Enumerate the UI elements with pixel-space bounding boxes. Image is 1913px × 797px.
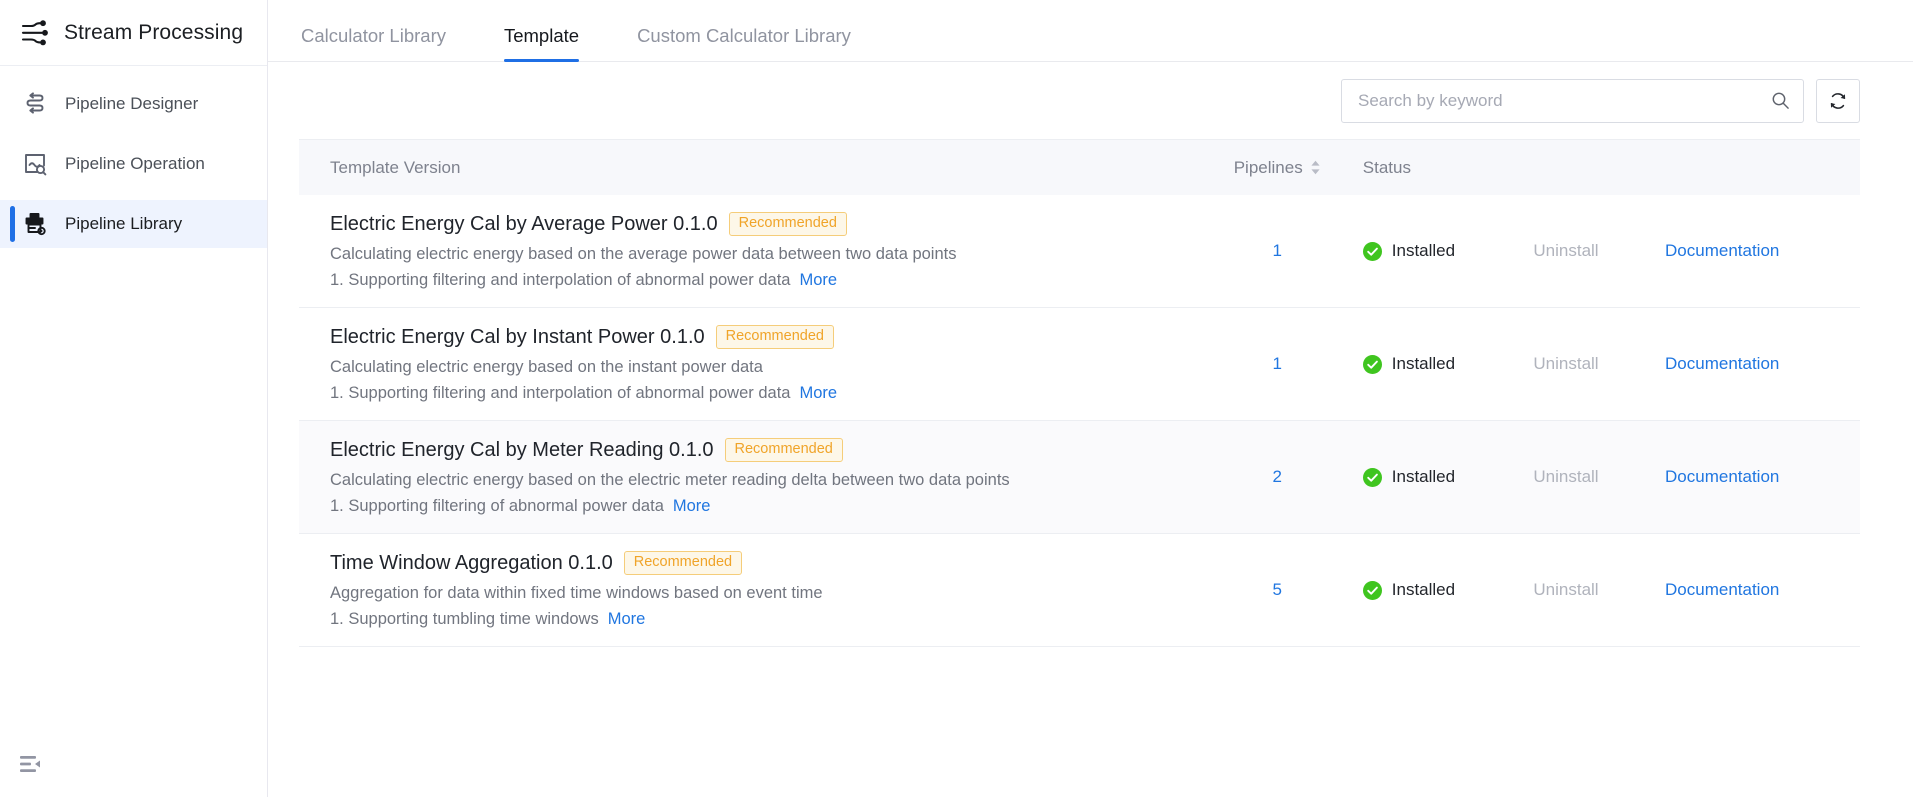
pipeline-library-icon bbox=[25, 213, 46, 236]
status-installed-check-icon bbox=[1362, 467, 1382, 487]
cell-template-info: Electric Energy Cal by Average Power 0.1… bbox=[299, 212, 1202, 290]
template-title: Time Window Aggregation 0.1.0 bbox=[330, 551, 613, 574]
cell-template-info: Electric Energy Cal by Meter Reading 0.1… bbox=[299, 438, 1202, 516]
status-label: Installed bbox=[1391, 354, 1456, 373]
stream-processing-logo-icon bbox=[21, 19, 48, 45]
brand-title: Stream Processing bbox=[64, 20, 244, 44]
template-description: Aggregation for data within fixed time w… bbox=[330, 583, 823, 602]
template-title-line: Electric Energy Cal by Average Power 0.1… bbox=[330, 212, 1202, 236]
refresh-button[interactable] bbox=[1816, 78, 1860, 123]
cell-template-info: Electric Energy Cal by Instant Power 0.1… bbox=[299, 325, 1202, 403]
search-box[interactable] bbox=[1341, 78, 1804, 123]
sort-arrows-icon[interactable] bbox=[1310, 160, 1321, 175]
sidebar-item-pipeline-operation[interactable]: Pipeline Operation bbox=[0, 140, 267, 188]
status-installed-check-icon bbox=[1362, 241, 1382, 261]
table-row: Electric Energy Cal by Meter Reading 0.1… bbox=[299, 421, 1860, 534]
uninstall-button[interactable]: Uninstall bbox=[1533, 354, 1665, 374]
sidebar-collapse-icon[interactable] bbox=[18, 751, 44, 777]
cell-status: Installed bbox=[1353, 580, 1534, 600]
recommended-badge: Recommended bbox=[724, 438, 843, 462]
pipeline-operation-icon bbox=[25, 154, 47, 176]
column-header-pipelines-label: Pipelines bbox=[1233, 157, 1303, 177]
documentation-link[interactable]: Documentation bbox=[1665, 354, 1860, 374]
tab-template[interactable]: Template bbox=[503, 25, 580, 62]
cell-status: Installed bbox=[1353, 467, 1534, 487]
more-link[interactable]: More bbox=[608, 610, 646, 628]
cell-status: Installed bbox=[1353, 241, 1534, 261]
sidebar-item-pipeline-designer[interactable]: Pipeline Designer bbox=[0, 80, 267, 128]
template-title-line: Electric Energy Cal by Meter Reading 0.1… bbox=[330, 438, 1202, 462]
recommended-badge: Recommended bbox=[728, 212, 847, 236]
table-row: Electric Energy Cal by Instant Power 0.1… bbox=[299, 308, 1860, 421]
templates-table: Template Version Pipelines Status Electr… bbox=[299, 139, 1860, 647]
cell-pipelines-count[interactable]: 2 bbox=[1202, 467, 1353, 487]
template-description: Calculating electric energy based on the… bbox=[330, 470, 1010, 489]
template-feature: 1. Supporting filtering and interpolatio… bbox=[330, 270, 791, 289]
template-title: Electric Energy Cal by Meter Reading 0.1… bbox=[330, 438, 714, 461]
brand-header: Stream Processing bbox=[0, 0, 267, 66]
template-title: Electric Energy Cal by Average Power 0.1… bbox=[330, 212, 718, 235]
search-icon[interactable] bbox=[1771, 91, 1790, 110]
cell-pipelines-count[interactable]: 1 bbox=[1202, 354, 1353, 374]
sidebar-item-label: Pipeline Operation bbox=[65, 154, 205, 173]
recommended-badge: Recommended bbox=[623, 551, 743, 575]
cell-template-info: Time Window Aggregation 0.1.0 Recommende… bbox=[299, 551, 1202, 629]
cell-status: Installed bbox=[1353, 354, 1534, 374]
sidebar-nav: Pipeline Designer Pipeline Operation Pip… bbox=[0, 66, 267, 797]
template-feature: 1. Supporting filtering and interpolatio… bbox=[330, 383, 791, 402]
uninstall-button[interactable]: Uninstall bbox=[1533, 467, 1665, 487]
template-description: Calculating electric energy based on the… bbox=[330, 244, 957, 263]
template-title-line: Electric Energy Cal by Instant Power 0.1… bbox=[330, 325, 1202, 349]
tab-label: Custom Calculator Library bbox=[637, 25, 851, 46]
app-root: Stream Processing Pipeline Designer Pipe… bbox=[0, 0, 1913, 797]
template-description: Calculating electric energy based on the… bbox=[330, 357, 763, 376]
tab-bar: Calculator Library Template Custom Calcu… bbox=[268, 0, 1913, 62]
sidebar-item-label: Pipeline Library bbox=[65, 214, 183, 233]
uninstall-button[interactable]: Uninstall bbox=[1533, 580, 1665, 600]
search-input[interactable] bbox=[1358, 90, 1771, 111]
sidebar-item-pipeline-library[interactable]: Pipeline Library bbox=[0, 200, 267, 248]
template-feature-line: 1. Supporting filtering and interpolatio… bbox=[330, 384, 1202, 403]
template-title: Electric Energy Cal by Instant Power 0.1… bbox=[330, 325, 705, 348]
column-header-pipelines[interactable]: Pipelines bbox=[1202, 158, 1353, 178]
status-label: Installed bbox=[1391, 580, 1456, 599]
cell-pipelines-count[interactable]: 1 bbox=[1202, 241, 1353, 261]
status-installed-check-icon bbox=[1362, 354, 1382, 374]
column-header-status: Status bbox=[1362, 157, 1411, 177]
status-label: Installed bbox=[1391, 241, 1456, 260]
template-title-line: Time Window Aggregation 0.1.0 Recommende… bbox=[330, 551, 1202, 575]
template-feature-line: 1. Supporting filtering of abnormal powe… bbox=[330, 497, 1202, 516]
template-feature: 1. Supporting tumbling time windows bbox=[330, 609, 599, 628]
documentation-link[interactable]: Documentation bbox=[1665, 467, 1860, 487]
main-content: Calculator Library Template Custom Calcu… bbox=[268, 0, 1913, 797]
status-label: Installed bbox=[1391, 467, 1456, 486]
status-installed-check-icon bbox=[1362, 580, 1382, 600]
refresh-icon bbox=[1830, 92, 1846, 109]
pipeline-designer-icon bbox=[26, 92, 44, 114]
recommended-badge: Recommended bbox=[715, 325, 834, 349]
table-row: Electric Energy Cal by Average Power 0.1… bbox=[299, 195, 1860, 308]
toolbar bbox=[268, 62, 1913, 139]
sidebar-item-label: Pipeline Designer bbox=[65, 94, 199, 113]
table-header-row: Template Version Pipelines Status bbox=[299, 140, 1860, 195]
template-feature: 1. Supporting filtering of abnormal powe… bbox=[330, 496, 664, 515]
more-link[interactable]: More bbox=[799, 384, 837, 402]
tab-label: Template bbox=[503, 25, 580, 46]
cell-pipelines-count[interactable]: 5 bbox=[1202, 580, 1353, 600]
uninstall-button[interactable]: Uninstall bbox=[1533, 241, 1665, 261]
documentation-link[interactable]: Documentation bbox=[1665, 241, 1860, 261]
template-feature-line: 1. Supporting filtering and interpolatio… bbox=[330, 271, 1202, 290]
more-link[interactable]: More bbox=[799, 271, 837, 289]
sidebar: Stream Processing Pipeline Designer Pipe… bbox=[0, 0, 268, 797]
table-row: Time Window Aggregation 0.1.0 Recommende… bbox=[299, 534, 1860, 647]
tab-custom-calculator-library[interactable]: Custom Calculator Library bbox=[637, 25, 851, 61]
tab-label: Calculator Library bbox=[301, 25, 446, 46]
more-link[interactable]: More bbox=[673, 497, 711, 515]
tab-calculator-library[interactable]: Calculator Library bbox=[301, 25, 446, 61]
column-header-template-version: Template Version bbox=[330, 157, 461, 177]
template-feature-line: 1. Supporting tumbling time windows More bbox=[330, 610, 1202, 629]
documentation-link[interactable]: Documentation bbox=[1665, 580, 1860, 600]
